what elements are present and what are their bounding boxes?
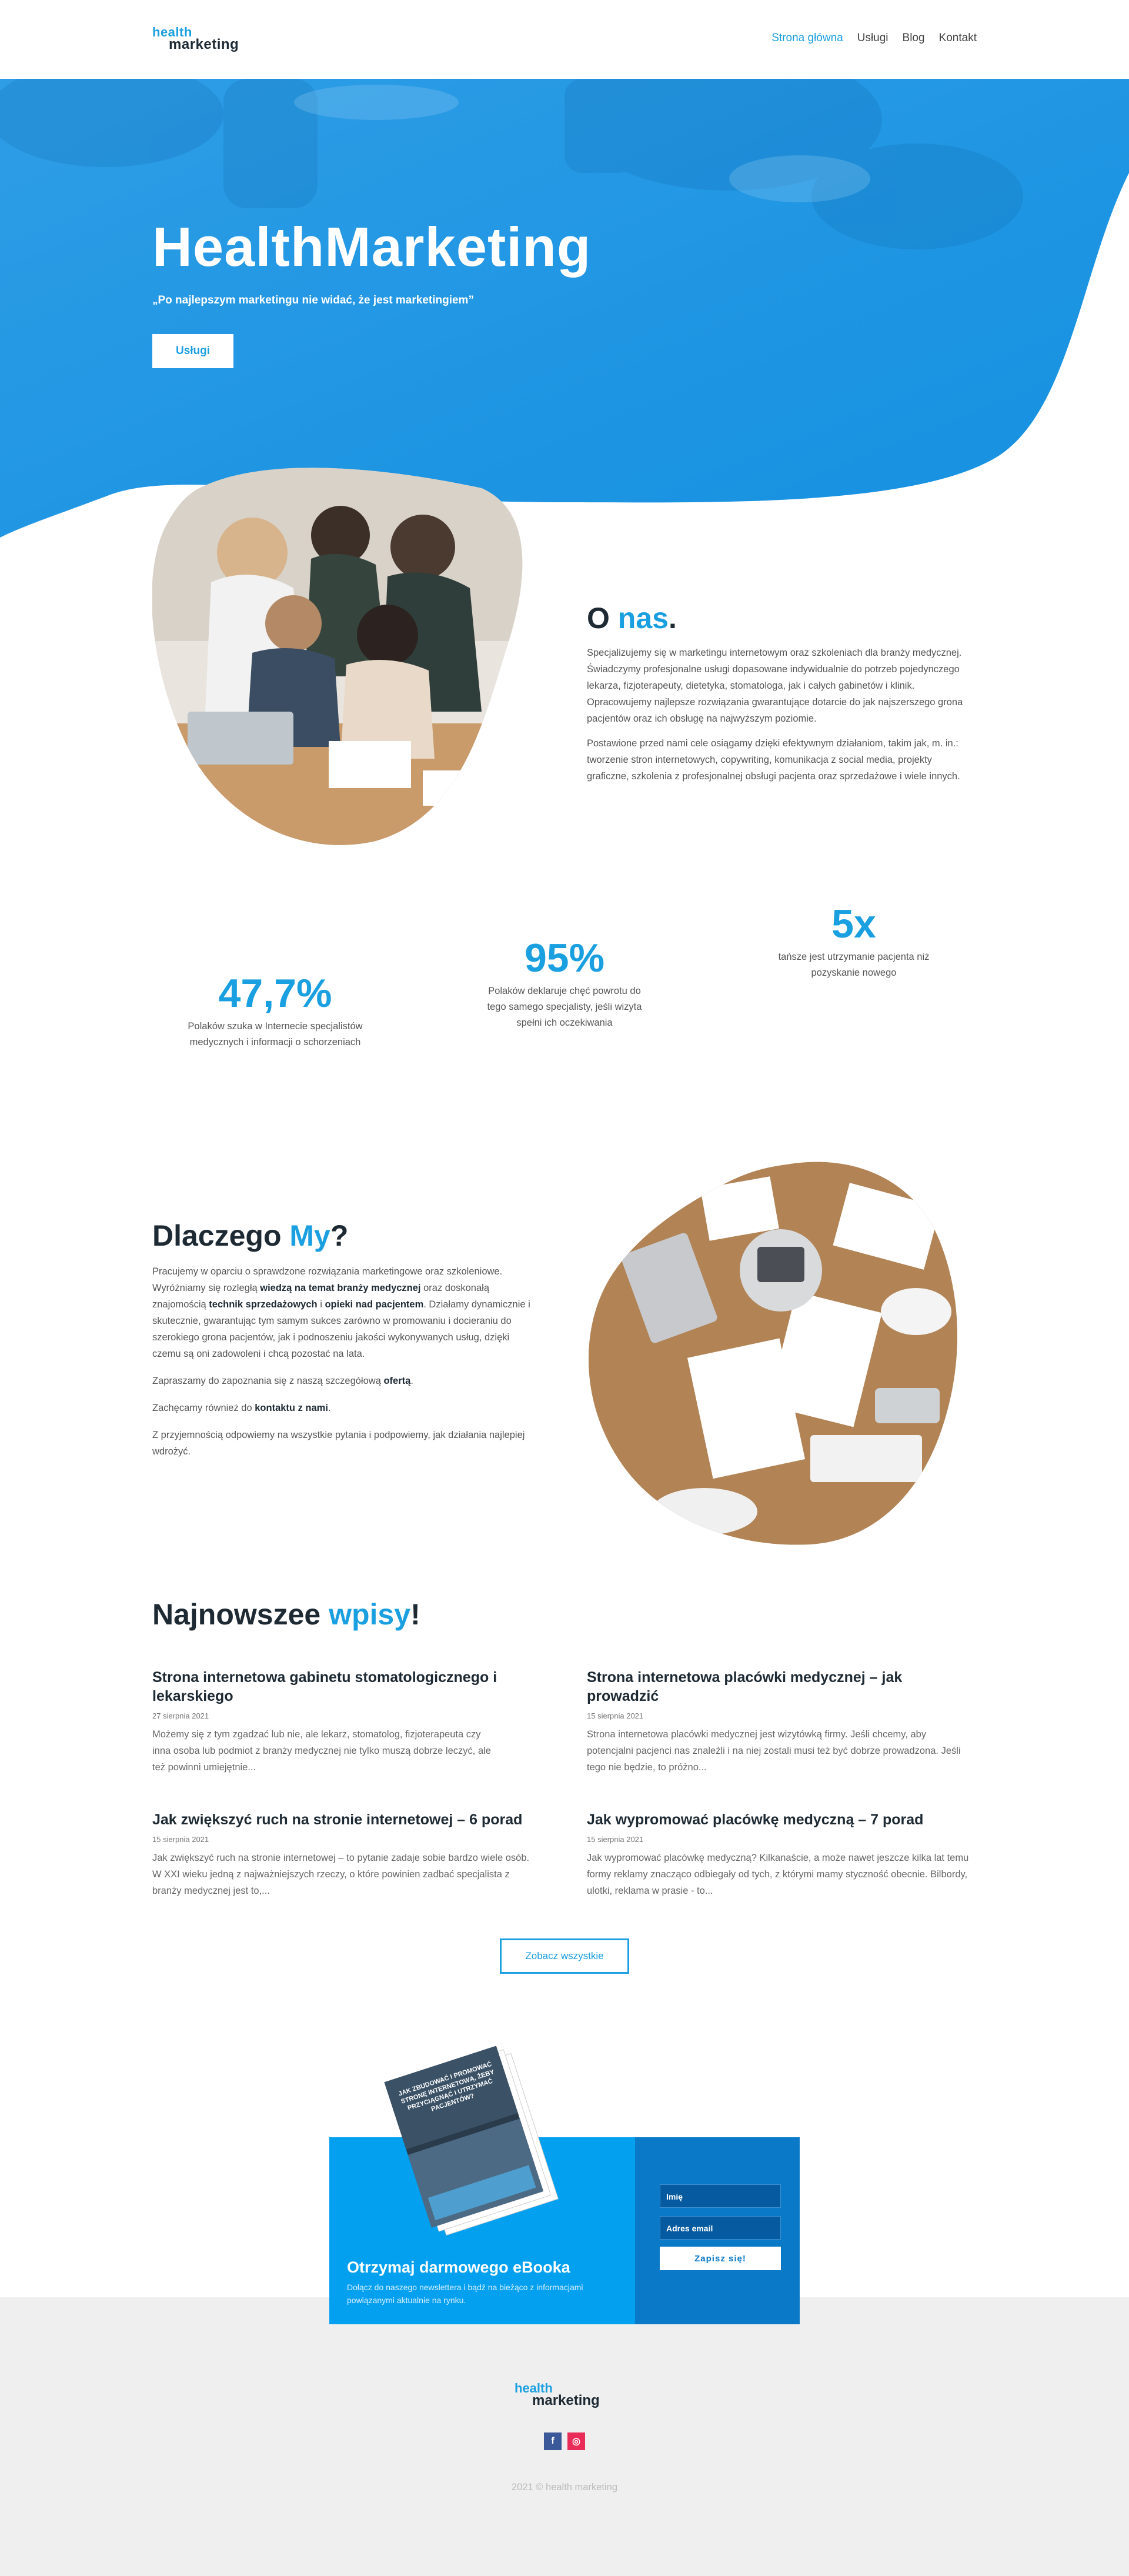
stat-3-number: 5x <box>831 902 876 946</box>
site-header: health marketing Strona główna Usługi Bl… <box>0 0 1129 79</box>
nav-home[interactable]: Strona główna <box>771 32 843 45</box>
why-title: Dlaczego My? <box>152 1219 349 1252</box>
post-title-link[interactable]: Jak zwiększyć ruch na stronie internetow… <box>152 1810 540 1829</box>
stat-2-desc: Polaków deklaruje chęć powrotu do tego s… <box>487 986 642 1028</box>
post-excerpt: Jak wypromować placówkę medyczną? Kilkan… <box>587 1853 969 1896</box>
why-paragraph-2: Zapraszamy do zapoznania się z naszą szc… <box>152 1376 413 1386</box>
hero-quote: „Po najlepszym marketingu nie widać, że … <box>152 294 474 306</box>
stat-3: 5x tańsze jest utrzymanie pacjenta niż p… <box>730 901 977 981</box>
post-excerpt: Możemy się z tym zgadzać lub nie, ale le… <box>152 1729 491 1773</box>
logo[interactable]: health marketing <box>152 25 253 55</box>
see-all-posts-button[interactable]: Zobacz wszystkie <box>500 1938 629 1974</box>
footer-logo-text-bottom: marketing <box>532 2393 600 2408</box>
about-team-image <box>152 468 523 845</box>
post-date: 27 sierpnia 2021 <box>152 1711 209 1720</box>
name-field[interactable]: Imię <box>660 2184 781 2208</box>
about-text: Specjalizujemy się w marketingu internet… <box>587 645 975 793</box>
newsletter-subtitle: Dołącz do naszego newslettera i bądź na … <box>347 2283 583 2305</box>
stat-3-desc: tańsze jest utrzymanie pacjenta niż pozy… <box>778 952 930 978</box>
stat-2: 95% Polaków deklaruje chęć powrotu do te… <box>441 935 688 1031</box>
stat-1-desc: Polaków szuka w Internecie specjalistów … <box>188 1021 363 1047</box>
post-date: 15 sierpnia 2021 <box>587 1711 644 1720</box>
email-field[interactable]: Adres email <box>660 2216 781 2240</box>
about-title: O nas. <box>587 602 677 635</box>
nav-blog[interactable]: Blog <box>903 32 925 45</box>
nav-contact[interactable]: Kontakt <box>939 32 977 45</box>
hero-title: HealthMarketing <box>152 216 592 278</box>
why-text: Pracujemy w oparciu o sprawdzone rozwiąz… <box>152 1263 540 1470</box>
post-card: Strona internetowa gabinetu stomatologic… <box>152 1668 499 1776</box>
why-paragraph-1: Pracujemy w oparciu o sprawdzone rozwiąz… <box>152 1266 530 1359</box>
post-excerpt: Strona internetowa placówki medycznej je… <box>587 1729 961 1773</box>
posts-title: Najnowszee wpisy! <box>152 1598 420 1631</box>
ebook-image: JAK ZBUDOWAĆ I PROMOWAĆ STRONĘ INTERNETO… <box>384 2046 559 2236</box>
post-date: 15 sierpnia 2021 <box>587 1835 644 1844</box>
post-excerpt: Jak zwiększyć ruch na stronie internetow… <box>152 1853 530 1896</box>
main-nav: Strona główna Usługi Blog Kontakt <box>771 32 977 45</box>
post-card: Jak wypromować placówkę medyczną – 7 por… <box>587 1810 975 1899</box>
services-button[interactable]: Usługi <box>152 334 233 368</box>
stat-2-number: 95% <box>524 936 605 980</box>
why-meeting-image <box>588 1162 958 1545</box>
post-title-link[interactable]: Strona internetowa gabinetu stomatologic… <box>152 1668 499 1706</box>
offer-link[interactable]: ofertą <box>383 1376 410 1386</box>
facebook-icon[interactable]: f <box>544 2432 562 2450</box>
about-paragraph-1: Specjalizujemy się w marketingu internet… <box>587 648 963 724</box>
copyright: 2021 © health marketing <box>511 2482 618 2492</box>
footer-background <box>0 2297 1129 2576</box>
nav-services[interactable]: Usługi <box>857 32 888 45</box>
post-title-link[interactable]: Jak wypromować placówkę medyczną – 7 por… <box>587 1810 975 1829</box>
newsletter-title: Otrzymaj darmowego eBooka <box>347 2258 570 2276</box>
post-date: 15 sierpnia 2021 <box>152 1835 209 1844</box>
footer-logo[interactable]: health marketing <box>515 2381 616 2411</box>
post-card: Strona internetowa placówki medycznej – … <box>587 1668 975 1776</box>
post-card: Jak zwiększyć ruch na stronie internetow… <box>152 1810 540 1899</box>
logo-text-bottom: marketing <box>169 36 239 52</box>
about-paragraph-2: Postawione przed nami cele osiągamy dzię… <box>587 738 960 782</box>
stat-1-number: 47,7% <box>218 971 332 1016</box>
subscribe-button[interactable]: Zapisz się! <box>660 2247 781 2270</box>
stat-1: 47,7% Polaków szuka w Internecie specjal… <box>152 970 399 1050</box>
post-title-link[interactable]: Strona internetowa placówki medycznej – … <box>587 1668 975 1706</box>
instagram-icon[interactable]: ◎ <box>567 2432 585 2450</box>
why-paragraph-3: Zachęcamy również do kontaktu z nami. <box>152 1403 331 1413</box>
why-paragraph-4: Z przyjemnością odpowiemy na wszystkie p… <box>152 1430 525 1457</box>
contact-link[interactable]: kontaktu z nami <box>255 1403 328 1413</box>
